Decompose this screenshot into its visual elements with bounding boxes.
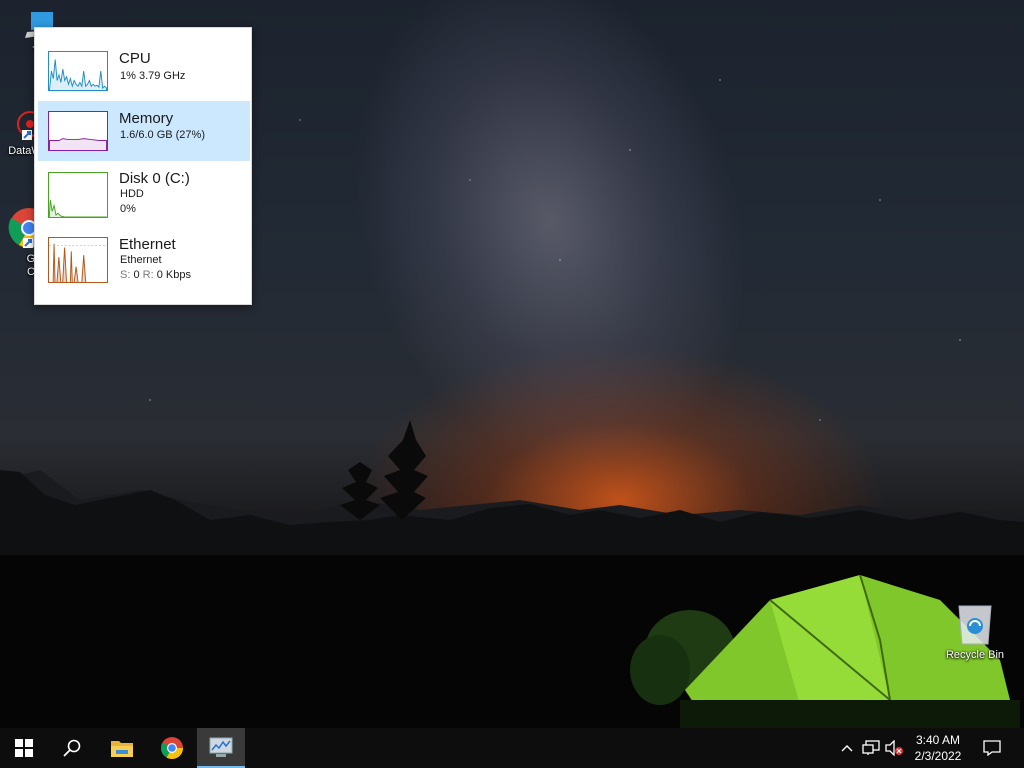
search-button[interactable] [48, 728, 96, 768]
start-icon [15, 739, 33, 757]
perf-item-detail: 1% 3.79 GHz [120, 70, 186, 82]
chevron-up-icon [841, 745, 853, 752]
start-button[interactable] [0, 728, 48, 768]
taskbar-task-manager[interactable] [197, 728, 245, 768]
perf-item-cpu[interactable]: CPU 1% 3.79 GHz [38, 40, 250, 100]
cpu-graph [48, 51, 108, 91]
perf-item-title: Memory [119, 110, 174, 127]
taskbar-clock[interactable]: 3:40 AM 2/3/2022 [906, 732, 970, 764]
perf-item-title: Ethernet [119, 236, 176, 253]
file-explorer-icon [111, 741, 133, 757]
disk-graph [48, 172, 108, 218]
ethernet-graph [48, 237, 108, 283]
perf-item-detail: 1.6/6.0 GB (27%) [120, 129, 205, 141]
send-label: S: [120, 269, 131, 281]
taskbar-chrome[interactable] [148, 728, 196, 768]
volume-muted-icon [885, 740, 903, 756]
show-hidden-icons-button[interactable] [838, 738, 856, 758]
perf-item-title: Disk 0 (C:) [119, 170, 190, 187]
clock-date: 2/3/2022 [914, 749, 962, 763]
memory-graph [48, 111, 108, 151]
perf-item-detail: HDD [120, 188, 144, 200]
perf-item-title: CPU [119, 50, 151, 67]
volume-tray-button[interactable] [884, 738, 906, 758]
notification-icon [983, 740, 1001, 756]
recycle-bin-icon [958, 605, 992, 645]
search-icon [63, 739, 81, 757]
perf-item-ethernet[interactable]: Ethernet Ethernet S: 0 R: 0 Kbps [38, 228, 250, 288]
performance-panel: CPU 1% 3.79 GHz Memory 1.6/6.0 GB (27%) … [34, 27, 252, 305]
receive-label: R: [142, 269, 154, 281]
network-icon [862, 740, 880, 755]
network-tray-button[interactable] [860, 738, 882, 758]
task-manager-icon [209, 737, 233, 757]
desktop-icon-recycle-bin[interactable]: Recycle Bin [940, 602, 1010, 662]
perf-item-detail: Ethernet [120, 254, 162, 266]
taskbar-file-explorer[interactable] [98, 728, 146, 768]
desktop-icon-label: Recycle Bin [945, 649, 1005, 661]
perf-item-memory[interactable]: Memory 1.6/6.0 GB (27%) [38, 101, 250, 161]
taskbar: 3:40 AM 2/3/2022 [0, 728, 1024, 768]
perf-item-detail-2: 0% [120, 203, 136, 215]
receive-value: 0 Kbps [156, 269, 191, 281]
action-center-button[interactable] [978, 738, 1006, 758]
perf-item-throughput: S: 0 R: 0 Kbps [120, 269, 191, 281]
chrome-icon [161, 737, 183, 759]
perf-item-disk[interactable]: Disk 0 (C:) HDD 0% [38, 162, 250, 222]
clock-time: 3:40 AM [915, 733, 961, 747]
send-value: 0 [133, 269, 140, 281]
